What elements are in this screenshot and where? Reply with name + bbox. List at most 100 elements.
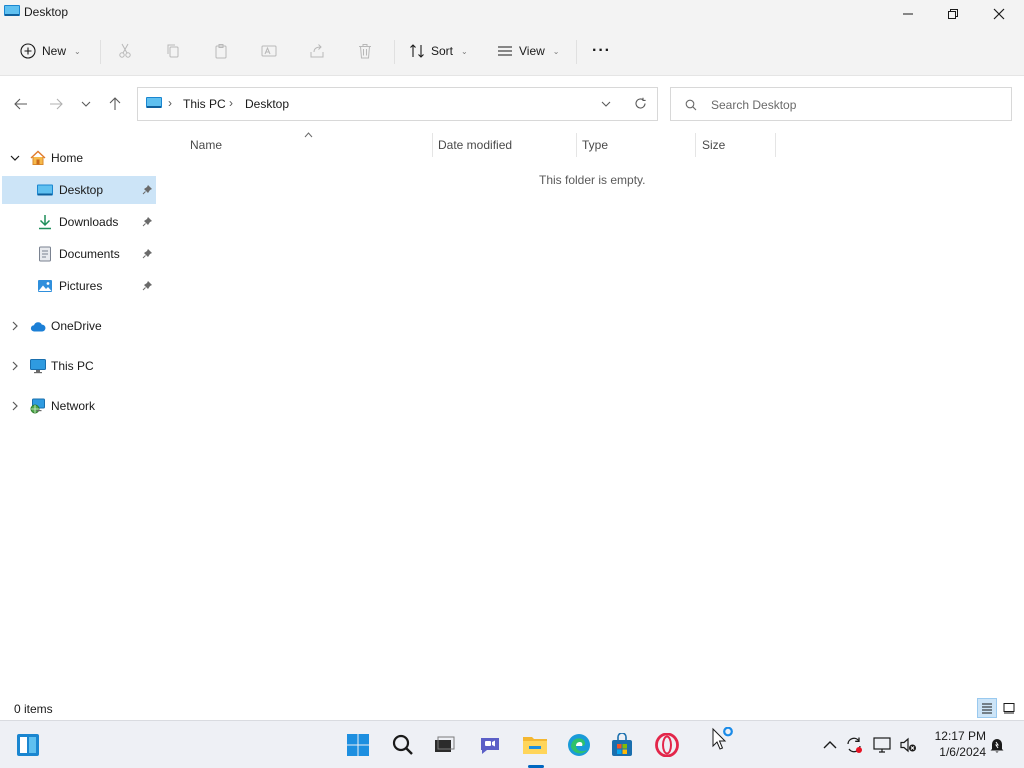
- up-button[interactable]: [104, 93, 126, 115]
- view-button[interactable]: View ⌄: [497, 38, 560, 64]
- back-button[interactable]: [10, 93, 32, 115]
- column-divider[interactable]: [576, 133, 577, 157]
- pin-icon[interactable]: [142, 248, 153, 259]
- details-view-button[interactable]: [977, 698, 997, 718]
- column-header-type[interactable]: Type: [582, 138, 608, 152]
- chevron-right-icon[interactable]: [10, 401, 20, 411]
- sync-icon: [847, 737, 862, 753]
- widgets-button[interactable]: [12, 729, 44, 761]
- sort-button[interactable]: Sort ⌄: [409, 38, 468, 64]
- speaker-muted-icon: [900, 737, 916, 753]
- sidebar-item-network[interactable]: Network: [2, 392, 156, 420]
- sidebar-item-downloads[interactable]: Downloads: [2, 208, 156, 236]
- item-count: 0 items: [14, 702, 53, 716]
- column-header-date-modified[interactable]: Date modified: [438, 138, 512, 152]
- column-header-size[interactable]: Size: [702, 138, 725, 152]
- desktop-folder-icon: [146, 97, 162, 108]
- search-box[interactable]: Search Desktop: [670, 87, 1012, 121]
- document-icon: [39, 246, 51, 262]
- pin-icon[interactable]: [142, 184, 153, 195]
- sidebar-item-pictures[interactable]: Pictures: [2, 272, 156, 300]
- sidebar-item-onedrive[interactable]: OneDrive: [2, 312, 156, 340]
- sidebar-item-label: Downloads: [59, 215, 119, 229]
- rename-button[interactable]: [261, 38, 277, 64]
- share-icon: [310, 44, 324, 58]
- status-bar: 0 items: [0, 696, 1024, 720]
- opera-icon: [655, 733, 679, 757]
- sync-status-button[interactable]: [844, 735, 864, 755]
- chevron-right-icon[interactable]: [10, 321, 20, 331]
- column-header-name[interactable]: Name: [190, 138, 222, 152]
- navigation-pane: Home Desktop Downloads Documents Picture…: [0, 131, 157, 689]
- edge-browser-button[interactable]: [563, 729, 595, 761]
- download-icon: [39, 215, 51, 230]
- sidebar-item-label: Home: [51, 151, 84, 165]
- taskbar: 12:17 PM 1/6/2024: [0, 720, 1024, 768]
- refresh-icon[interactable]: [634, 97, 647, 110]
- empty-folder-message: This folder is empty.: [539, 173, 646, 187]
- tiles-view-icon: [1003, 703, 1015, 714]
- breadcrumb-chevron-icon[interactable]: ›: [229, 96, 233, 110]
- desktop-icon: [37, 184, 53, 196]
- column-divider[interactable]: [432, 133, 433, 157]
- sidebar-item-desktop[interactable]: Desktop: [2, 176, 156, 204]
- address-bar[interactable]: › This PC › Desktop: [137, 87, 658, 121]
- pin-icon[interactable]: [142, 280, 153, 291]
- restore-button[interactable]: [930, 0, 976, 28]
- breadcrumb-desktop[interactable]: Desktop: [245, 97, 289, 111]
- close-button[interactable]: [976, 0, 1022, 28]
- details-view-icon: [982, 703, 992, 714]
- new-label: New: [42, 44, 67, 58]
- arrow-right-icon: [50, 98, 63, 110]
- task-view-button[interactable]: [428, 729, 460, 761]
- search-taskbar-button[interactable]: [387, 729, 419, 761]
- task-view-icon: [435, 736, 455, 752]
- store-icon: [612, 733, 632, 756]
- network-icon: [30, 398, 45, 414]
- address-dropdown-icon[interactable]: [601, 99, 611, 109]
- display-button[interactable]: [872, 735, 892, 755]
- chevron-down-icon: ⌄: [74, 46, 81, 56]
- cut-button[interactable]: [117, 38, 133, 64]
- large-icons-view-button[interactable]: [999, 698, 1019, 718]
- copy-button[interactable]: [165, 38, 181, 64]
- arrow-left-icon: [14, 98, 27, 110]
- recent-locations-button[interactable]: [75, 93, 97, 115]
- plus-circle-icon: [20, 43, 36, 59]
- paste-button[interactable]: [213, 38, 229, 64]
- forward-button[interactable]: [45, 93, 67, 115]
- title-bar: Desktop: [0, 0, 1024, 28]
- share-button[interactable]: [309, 38, 325, 64]
- chevron-right-icon[interactable]: [10, 361, 20, 371]
- teams-chat-button[interactable]: [474, 729, 506, 761]
- delete-button[interactable]: [357, 38, 373, 64]
- sort-ascending-icon: [304, 132, 313, 138]
- sort-label: Sort: [431, 44, 454, 58]
- new-button[interactable]: New ⌄: [20, 38, 81, 64]
- chat-icon: [481, 738, 499, 754]
- search-icon: [392, 734, 413, 755]
- opera-browser-button[interactable]: [651, 729, 683, 761]
- notifications-button[interactable]: [987, 735, 1007, 755]
- more-options-button[interactable]: ···: [592, 38, 611, 64]
- pin-icon[interactable]: [142, 216, 153, 227]
- column-divider[interactable]: [775, 133, 776, 157]
- sidebar-item-documents[interactable]: Documents: [2, 240, 156, 268]
- system-clock[interactable]: 12:17 PM 1/6/2024: [926, 728, 986, 760]
- command-bar: New ⌄ Sort ⌄ View ⌄ ···: [0, 28, 1024, 76]
- search-placeholder: Search Desktop: [711, 98, 797, 112]
- microsoft-store-button[interactable]: [606, 729, 638, 761]
- volume-button[interactable]: [898, 735, 918, 755]
- start-button[interactable]: [342, 729, 374, 761]
- breadcrumb-chevron-icon[interactable]: ›: [168, 96, 172, 110]
- minimize-button[interactable]: [885, 0, 931, 28]
- file-explorer-taskbar-button[interactable]: [519, 729, 551, 761]
- sidebar-item-this-pc[interactable]: This PC: [2, 352, 156, 380]
- notification-bell-icon: [990, 739, 1004, 753]
- column-divider[interactable]: [695, 133, 696, 157]
- chevron-down-icon[interactable]: [10, 153, 20, 163]
- windows-icon: [347, 734, 369, 756]
- breadcrumb-this-pc[interactable]: This PC: [183, 97, 226, 111]
- sidebar-item-home[interactable]: Home: [2, 144, 156, 172]
- show-hidden-icons-button[interactable]: [820, 735, 840, 755]
